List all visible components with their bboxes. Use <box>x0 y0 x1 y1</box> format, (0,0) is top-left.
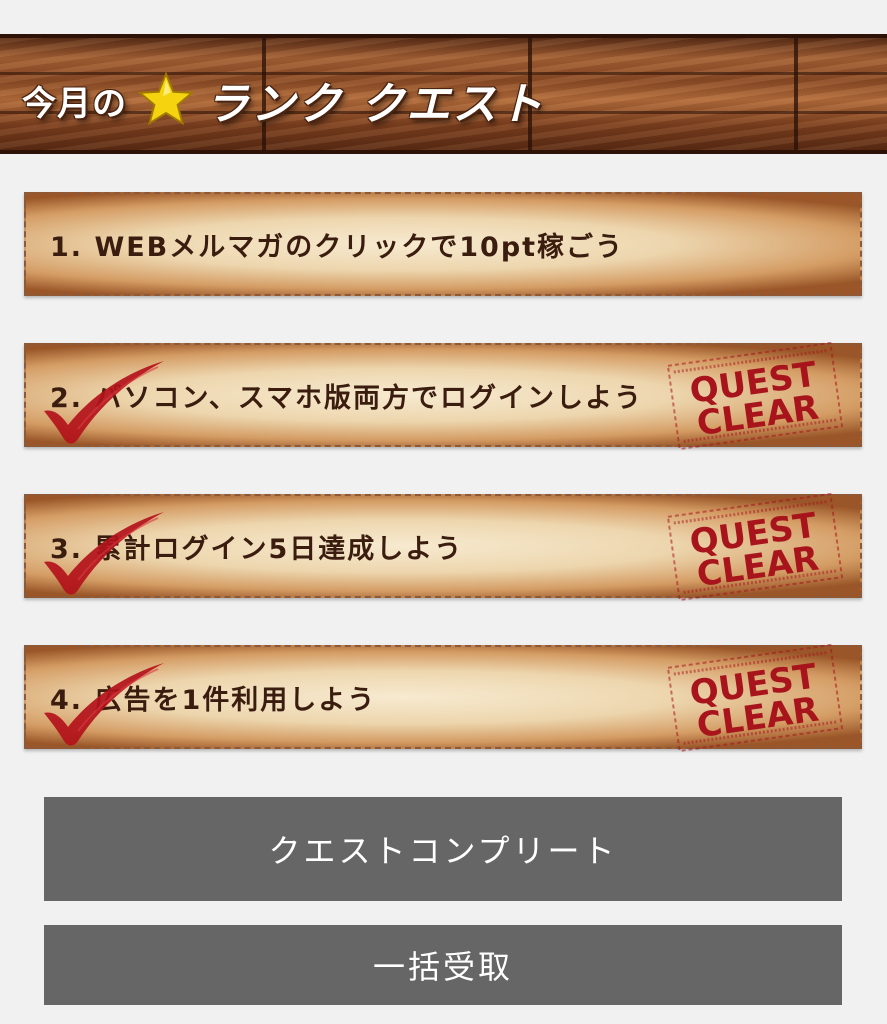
checkmark-icon <box>44 512 164 595</box>
quest-item-2: 2. パソコン、スマホ版両方でログインしよう QUEST CLEAR <box>24 341 862 451</box>
quest-header-banner: 今月の ランク クエスト <box>0 34 887 154</box>
receive-all-button[interactable]: 一括受取 <box>44 925 842 1005</box>
quest-complete-label: クエストコンプリート <box>268 832 618 870</box>
quest-item-1: 1. WEBメルマガのクリックで10pt稼ごう <box>24 192 862 296</box>
quest-item-4: 4. 広告を1件利用しよう QUEST CLEAR <box>24 643 862 753</box>
quest-item-3: 3. 累計ログイン5日達成しよう QUEST CLEAR <box>24 492 862 602</box>
quest-clear-stamp: QUEST CLEAR <box>666 643 844 753</box>
checkmark-icon <box>44 663 164 746</box>
quest-clear-stamp: QUEST CLEAR <box>666 492 844 602</box>
checkmark-icon <box>44 361 164 444</box>
banner-title: 今月の ランク クエスト <box>22 71 544 130</box>
quest-clear-stamp: QUEST CLEAR <box>666 341 844 451</box>
banner-prefix: 今月の <box>22 83 127 124</box>
quest-complete-button[interactable]: クエストコンプリート <box>44 797 842 901</box>
banner-title-text: ランク クエスト <box>205 79 545 130</box>
star-icon <box>137 71 195 126</box>
receive-all-label: 一括受取 <box>372 948 513 986</box>
quest-label: 1. WEBメルマガのクリックで10pt稼ごう <box>50 231 625 263</box>
